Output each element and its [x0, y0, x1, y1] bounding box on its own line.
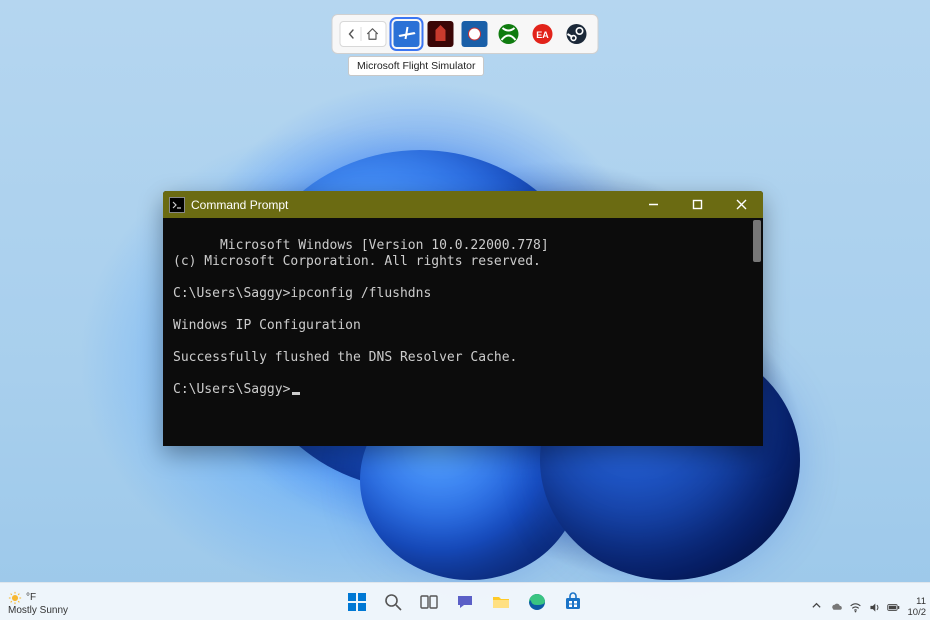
system-tray[interactable] [830, 601, 900, 614]
steam-icon[interactable] [563, 20, 591, 48]
close-button[interactable] [719, 191, 763, 218]
battery-icon [887, 601, 900, 614]
xbox-icon[interactable] [495, 20, 523, 48]
sun-icon [8, 591, 22, 605]
scrollbar-thumb[interactable] [753, 220, 761, 262]
time-text: 11 [908, 596, 927, 607]
taskbar-center [340, 585, 590, 619]
weather-text: Mostly Sunny [8, 605, 68, 617]
terminal-body[interactable]: Microsoft Windows [Version 10.0.22000.77… [163, 218, 763, 446]
taskbar-right: 11 10/2 [811, 596, 927, 618]
back-button[interactable] [347, 29, 357, 39]
minimize-button[interactable] [631, 191, 675, 218]
volume-icon [868, 601, 881, 614]
terminal-line: Microsoft Windows [Version 10.0.22000.77… [220, 238, 549, 253]
desktop: EA Microsoft Flight Simulator Command Pr… [0, 0, 930, 620]
terminal-line: C:\Users\Saggy>ipconfig /flushdns [173, 286, 431, 301]
game-bar-nav [340, 21, 387, 47]
edge-button[interactable] [520, 585, 554, 619]
home-button[interactable] [366, 27, 380, 41]
terminal-line: Windows IP Configuration [173, 318, 361, 333]
file-explorer-button[interactable] [484, 585, 518, 619]
task-view-button[interactable] [412, 585, 446, 619]
svg-text:EA: EA [536, 30, 549, 40]
date-text: 10/2 [908, 607, 927, 618]
maximize-button[interactable] [675, 191, 719, 218]
ea-icon[interactable]: EA [529, 20, 557, 48]
game-bar: EA [332, 14, 599, 54]
chat-button[interactable] [448, 585, 482, 619]
window-titlebar[interactable]: Command Prompt [163, 191, 763, 218]
clock[interactable]: 11 10/2 [908, 596, 927, 618]
window-title: Command Prompt [191, 198, 631, 212]
onedrive-icon [830, 601, 843, 614]
taskbar: °F Mostly Sunny [0, 582, 930, 620]
game-thumb-doom[interactable] [427, 20, 455, 48]
store-button[interactable] [556, 585, 590, 619]
terminal-line: C:\Users\Saggy> [173, 382, 290, 397]
game-thumb-fifa[interactable] [461, 20, 489, 48]
weather-temp: °F [26, 592, 36, 604]
terminal-line: (c) Microsoft Corporation. All rights re… [173, 254, 541, 269]
game-thumb-flight-sim[interactable] [393, 20, 421, 48]
game-bar-tooltip: Microsoft Flight Simulator [348, 56, 484, 76]
terminal-line: Successfully flushed the DNS Resolver Ca… [173, 350, 517, 365]
start-button[interactable] [340, 585, 374, 619]
command-prompt-window: Command Prompt Microsoft Windows [Versio… [163, 191, 763, 446]
wifi-icon [849, 601, 862, 614]
terminal-cursor [292, 392, 300, 395]
show-hidden-icons[interactable] [811, 600, 822, 614]
cmd-icon [169, 197, 185, 213]
weather-widget[interactable]: °F Mostly Sunny [8, 591, 68, 617]
search-button[interactable] [376, 585, 410, 619]
